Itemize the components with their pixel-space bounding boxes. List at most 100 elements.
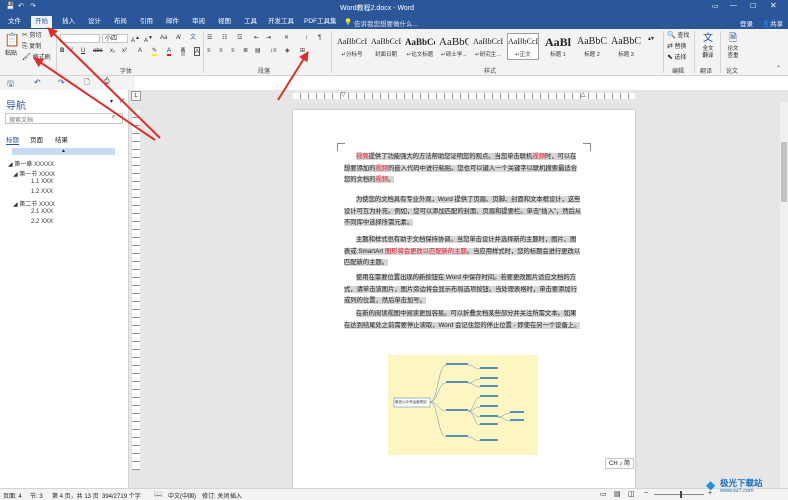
undo-icon[interactable]: ↶ xyxy=(34,78,41,87)
share-button[interactable]: 👤共享 xyxy=(762,18,783,28)
tab-home[interactable]: 开始 xyxy=(31,16,52,28)
increase-indent-icon[interactable]: ⇥ xyxy=(266,34,271,43)
multilevel-list-icon[interactable]: ☲ xyxy=(237,34,242,43)
proofing-icon[interactable]: 📖 xyxy=(154,490,163,498)
save-icon[interactable]: 💾 xyxy=(6,2,15,10)
style-item[interactable]: AaBl 标题 1 xyxy=(542,33,574,60)
char-border-icon[interactable]: A xyxy=(194,47,201,56)
close-icon[interactable]: ✕ xyxy=(770,1,777,10)
paragraph-2[interactable]: 为使您的文档具有专业外观，Word 提供了页眉、页脚、封面和文本框设计，这些设计… xyxy=(344,194,582,229)
bold-button[interactable]: B xyxy=(60,47,64,56)
italic-button[interactable]: I xyxy=(71,47,73,56)
tab-view[interactable]: 视图 xyxy=(214,16,235,28)
status-page[interactable]: 页面: 4 xyxy=(3,491,22,500)
maximize-icon[interactable]: ☐ xyxy=(750,2,756,10)
wen-icon[interactable]: 文 xyxy=(190,34,196,43)
collapse-ribbon-icon[interactable]: ⌃ xyxy=(776,65,781,74)
show-marks-icon[interactable]: ¶ xyxy=(318,34,321,43)
paragraph-5[interactable]: 在新的阅读视图中阅读更加容易。可以折叠文档某些部分并关注所需文本。如果在达到结尾… xyxy=(344,308,582,331)
underline-button[interactable]: U xyxy=(81,47,85,56)
status-word-count[interactable]: 394/2719 个字 xyxy=(102,491,141,500)
find-button[interactable]: 🔍 查找 xyxy=(667,31,689,40)
style-item[interactable]: AaBbC 标题 3 xyxy=(610,33,642,60)
style-item[interactable]: AaBbCcDd ↵论文标题 xyxy=(404,33,436,60)
status-language[interactable]: 中文(中国) xyxy=(168,491,196,500)
vertical-scrollbar[interactable] xyxy=(780,102,788,488)
char-shading-icon[interactable]: A xyxy=(181,47,186,56)
tab-insert[interactable]: 插入 xyxy=(58,16,79,28)
style-item-selected[interactable]: AaBbCcDd ↵正文 xyxy=(507,33,539,60)
nav-heading-item[interactable]: 1.2 XXX xyxy=(31,189,53,195)
case-icon[interactable]: Aa xyxy=(160,34,167,43)
borders-icon[interactable]: ⊞ xyxy=(300,47,305,56)
select-button[interactable]: ⬉ 选择 xyxy=(667,53,687,62)
nav-heading-item[interactable]: 1.1 XXX xyxy=(31,179,53,185)
paragraph-3[interactable]: 主题和样式也有助于文档保持协调。当您单击设计并选择新的主题时，图片、图表或 Sm… xyxy=(344,234,582,269)
shading-icon[interactable]: ◈ xyxy=(285,47,290,56)
ribbon-display-icon[interactable]: ▭ xyxy=(712,2,719,10)
full-translate-button[interactable]: 文 全文翻译 xyxy=(697,32,719,60)
tell-me-box[interactable]: 告诉我您想要做什么... xyxy=(354,18,418,28)
zoom-out-icon[interactable]: − xyxy=(644,490,648,497)
zoom-slider-thumb[interactable] xyxy=(680,491,682,498)
nav-tab-results[interactable]: 结果 xyxy=(55,134,68,144)
paper-check-button[interactable]: 🗎 论文查重 xyxy=(722,32,744,60)
redo-icon[interactable]: ↷ xyxy=(58,78,65,87)
nav-tab-pages[interactable]: 页面 xyxy=(30,134,43,144)
cut-button[interactable]: ✂ 剪切 xyxy=(22,31,42,40)
decrease-indent-icon[interactable]: ⇤ xyxy=(254,34,259,43)
bullets-icon[interactable]: ☰ xyxy=(207,34,212,43)
nav-heading-item[interactable]: 2.1 XXX xyxy=(31,209,53,215)
tab-pdf-tools[interactable]: PDF工具集 xyxy=(300,16,341,28)
undo-icon[interactable]: ↶ xyxy=(18,2,24,10)
status-track-changes[interactable]: 修订: 关闭 xyxy=(202,491,229,500)
document-page[interactable]: 视频提供了功能强大的方法帮助您证明您的观点。当您单击联机视频时，可以在想要添加的… xyxy=(293,110,635,488)
replace-button[interactable]: ⇄ 替换 xyxy=(667,42,687,51)
align-center-icon[interactable]: ≡ xyxy=(219,47,223,56)
nav-heading-item[interactable]: ◢ 第二节 XXXX xyxy=(13,199,55,208)
horizontal-ruler[interactable]: ▽ △ xyxy=(143,90,788,102)
distributed-icon[interactable]: ▤ xyxy=(255,47,261,56)
align-left-icon[interactable]: ≡ xyxy=(207,47,211,56)
tab-mailings[interactable]: 邮件 xyxy=(162,16,183,28)
read-mode-icon[interactable]: ▭ xyxy=(600,490,607,498)
scrollbar-thumb[interactable] xyxy=(781,142,787,202)
nav-heading-item[interactable]: ◢ 第一节 XXXX xyxy=(13,169,55,178)
status-section[interactable]: 节: 3 xyxy=(30,491,43,500)
tab-references[interactable]: 引用 xyxy=(136,16,157,28)
align-right-icon[interactable]: ≡ xyxy=(231,47,235,56)
highlight-icon[interactable]: ✎ xyxy=(152,47,158,56)
shrink-font-icon[interactable]: A▼ xyxy=(144,34,153,44)
paste-button[interactable]: 📋 粘贴 xyxy=(4,32,20,57)
nav-heading-item[interactable]: 2.2 XXX xyxy=(31,219,53,225)
tab-design[interactable]: 设计 xyxy=(84,16,105,28)
redo-icon[interactable]: ↷ xyxy=(30,2,36,10)
superscript-button[interactable]: x² xyxy=(122,47,127,56)
tab-file[interactable]: 文件 xyxy=(4,16,25,28)
paragraph-1[interactable]: 视频提供了功能强大的方法帮助您证明您的观点。当您单击联机视频时，可以在想要添加的… xyxy=(344,151,582,186)
clear-format-icon[interactable]: A̸ xyxy=(176,34,180,43)
numbering-icon[interactable]: ☷ xyxy=(222,34,227,43)
text-effects-icon[interactable]: A xyxy=(138,47,142,56)
style-item[interactable]: AaBbCcDd ↵分标号 xyxy=(336,33,368,60)
indent-marker[interactable]: ▽ xyxy=(341,91,346,98)
zoom-slider[interactable] xyxy=(654,494,704,495)
print-layout-icon[interactable]: ▤ xyxy=(614,490,621,498)
sort-icon[interactable]: ↕ xyxy=(305,34,308,43)
strikethrough-button[interactable]: abc xyxy=(93,47,103,56)
vertical-ruler[interactable]: L xyxy=(129,90,143,488)
font-color-icon[interactable]: A xyxy=(167,47,172,56)
ime-indicator[interactable]: CH ♪ 简 xyxy=(605,458,635,469)
tab-developer[interactable]: 开发工具 xyxy=(264,16,298,28)
style-item[interactable]: AaBbC 标题 2 xyxy=(576,33,608,60)
login-link[interactable]: 登录 xyxy=(740,18,753,28)
nav-tab-headings[interactable]: 标题 xyxy=(6,134,19,145)
tab-selector[interactable]: L xyxy=(131,91,141,101)
nav-scroll-up-bar[interactable]: ▲ xyxy=(12,148,115,155)
style-item[interactable]: AaBbCcDd 封面日期 xyxy=(370,33,402,60)
copy-button[interactable]: ⎘ 复制 xyxy=(22,42,41,51)
style-item[interactable]: AaBbCcDd ↵研究生... xyxy=(472,33,504,60)
grow-font-icon[interactable]: A▲ xyxy=(131,34,140,44)
asian-layout-icon[interactable]: ✕ xyxy=(284,34,289,43)
right-indent-marker[interactable]: △ xyxy=(581,91,586,98)
